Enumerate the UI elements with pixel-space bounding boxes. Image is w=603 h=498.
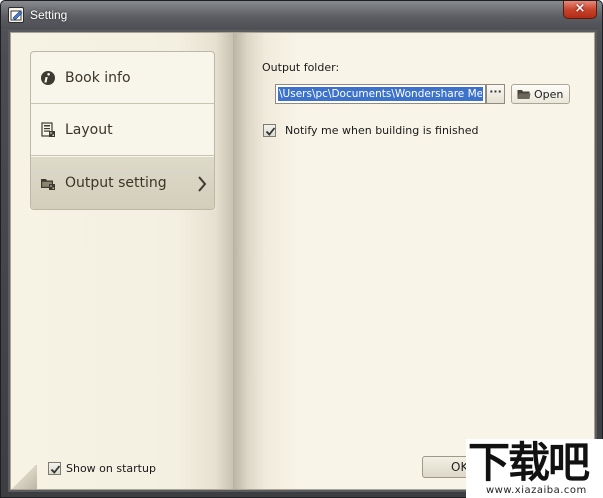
client-area: Book info Layout Output setting Output f… (8, 30, 597, 492)
show-on-startup-label: Show on startup (66, 462, 156, 475)
close-button[interactable]: × (563, 1, 597, 19)
nav-item-label: Book info (65, 69, 131, 86)
output-folder-label: Output folder: (262, 61, 340, 74)
layout-icon (41, 122, 55, 137)
page-curl-icon (11, 465, 37, 489)
info-icon (41, 71, 55, 85)
open-folder-button[interactable]: Open (511, 84, 570, 104)
folder-icon (517, 90, 531, 99)
nav-item-output-setting[interactable]: Output setting (31, 157, 214, 209)
watermark-logo-text: 下载吧 (468, 438, 590, 487)
notify-checkbox[interactable] (263, 124, 276, 137)
nav-item-book-info[interactable]: Book info (31, 52, 214, 104)
nav-item-label: Output setting (65, 175, 167, 191)
show-on-startup-checkbox[interactable] (48, 462, 61, 475)
app-icon (8, 7, 24, 23)
open-button-label: Open (534, 88, 564, 101)
browse-button[interactable]: ··· (486, 84, 505, 104)
output-folder-field[interactable] (275, 84, 486, 104)
book-panel: Book info Layout Output setting Output f… (10, 32, 595, 490)
notify-label: Notify me when building is finished (285, 124, 479, 137)
title-bar[interactable]: Setting × (1, 1, 602, 29)
output-icon (41, 179, 55, 190)
window-title: Setting (30, 8, 68, 22)
watermark-logo: 下载吧 www.xiazaiba.com (466, 439, 603, 498)
nav-item-layout[interactable]: Layout (31, 104, 214, 156)
watermark-url: www.xiazaiba.com (486, 485, 587, 496)
output-folder-input[interactable] (278, 87, 483, 101)
checkmark-icon (50, 465, 61, 474)
checkmark-icon (265, 127, 276, 136)
chevron-right-icon (198, 176, 207, 192)
nav-item-label: Layout (65, 121, 113, 138)
settings-nav: Book info Layout Output setting (30, 51, 215, 210)
settings-window: Setting × Book info Layout Output settin… (0, 0, 603, 498)
